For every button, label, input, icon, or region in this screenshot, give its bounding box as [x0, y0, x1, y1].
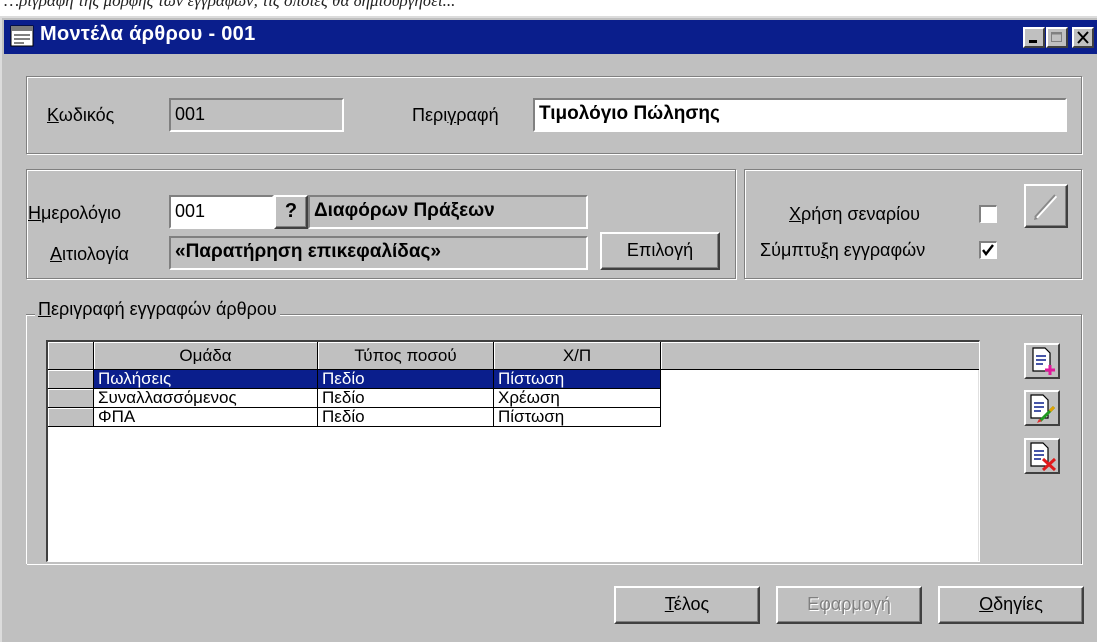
help-button[interactable]: Οδηγίες	[938, 586, 1084, 624]
close-button[interactable]	[1072, 27, 1094, 48]
row-selector[interactable]	[48, 408, 94, 427]
row-selector[interactable]	[48, 370, 94, 389]
delete-row-button[interactable]	[1024, 438, 1060, 474]
edit-row-button[interactable]	[1024, 390, 1060, 426]
description-field[interactable]: Τιμολόγιο Πώλησης	[533, 98, 1067, 132]
table-cell-group[interactable]: Συναλλασσόμενος	[94, 389, 318, 408]
dialog-window: Μοντέλα άρθρου - 001 Κωδικός 001 Περιγρα…	[0, 16, 1097, 642]
row-selector[interactable]	[48, 389, 94, 408]
table-cell-amount-type[interactable]: Πεδίο	[318, 408, 494, 427]
maximize-button[interactable]	[1046, 27, 1068, 48]
vertical-scrollbar[interactable]	[978, 370, 979, 561]
reason-field: «Παρατήρηση επικεφαλίδας»	[169, 236, 588, 270]
add-row-icon	[1032, 347, 1055, 375]
scenario-checkbox[interactable]	[979, 205, 997, 223]
table-cell-group[interactable]: Πωλήσεις	[94, 370, 318, 389]
code-label: Κωδικός	[47, 105, 115, 125]
title-bar[interactable]: Μοντέλα άρθρου - 001	[4, 20, 1097, 54]
reason-label: Αιτιολογία	[50, 244, 129, 264]
column-header-amount-type[interactable]: Τύπος ποσού	[318, 342, 494, 370]
entries-table[interactable]: Ομάδα Τύπος ποσού Χ/Π Πωλήσεις Πεδίο Πίσ…	[46, 340, 980, 562]
calendar-name-field: Διαφόρων Πράξεων	[308, 195, 588, 229]
table-cell-debit-credit[interactable]: Πίστωση	[494, 370, 661, 389]
table-cell-debit-credit[interactable]: Χρέωση	[494, 389, 661, 408]
code-field[interactable]: 001	[169, 98, 344, 132]
calendar-code-field[interactable]: 001	[169, 195, 274, 229]
calendar-label: Ημερολόγιο	[28, 203, 122, 223]
window-form-icon	[10, 25, 34, 47]
calendar-lookup-button[interactable]: ?	[274, 195, 308, 229]
entries-group-title: Περιγραφή εγγραφών άρθρου	[35, 299, 280, 320]
minimize-button[interactable]	[1023, 27, 1045, 48]
pencil-disabled-icon	[1034, 194, 1058, 220]
finish-button[interactable]: Τέλος	[614, 586, 760, 624]
minimize-icon	[1029, 40, 1037, 43]
table-cell-amount-type[interactable]: Πεδίο	[318, 389, 494, 408]
context-caption: …ριγραφή της μορφής των εγγραφών, τις οπ…	[0, 0, 1097, 16]
maximize-icon	[1051, 32, 1062, 42]
close-icon	[1077, 31, 1089, 44]
apply-button[interactable]: Εφαρμογή	[776, 586, 922, 624]
window-title: Μοντέλα άρθρου - 001	[40, 23, 256, 45]
checkmark-icon	[982, 244, 994, 256]
column-header-debit-credit[interactable]: Χ/Π	[494, 342, 661, 370]
table-cell-group[interactable]: ΦΠΑ	[94, 408, 318, 427]
merge-checkbox[interactable]	[979, 241, 997, 259]
edit-row-icon	[1030, 394, 1056, 423]
merge-label: Σύμπτυξη εγγραφών	[760, 240, 926, 260]
column-header-group[interactable]: Ομάδα	[94, 342, 318, 370]
table-cell-amount-type[interactable]: Πεδίο	[318, 370, 494, 389]
scenario-edit-button[interactable]	[1024, 184, 1068, 228]
select-button[interactable]: Επιλογή	[600, 232, 720, 270]
scenario-label: Χρήση σεναρίου	[789, 204, 921, 224]
row-header-corner	[48, 342, 94, 370]
add-row-button[interactable]	[1024, 343, 1060, 379]
description-label: Περιγραφή	[412, 105, 499, 125]
column-header-filler	[661, 342, 979, 370]
table-cell-debit-credit[interactable]: Πίστωση	[494, 408, 661, 427]
delete-row-icon	[1030, 442, 1057, 472]
